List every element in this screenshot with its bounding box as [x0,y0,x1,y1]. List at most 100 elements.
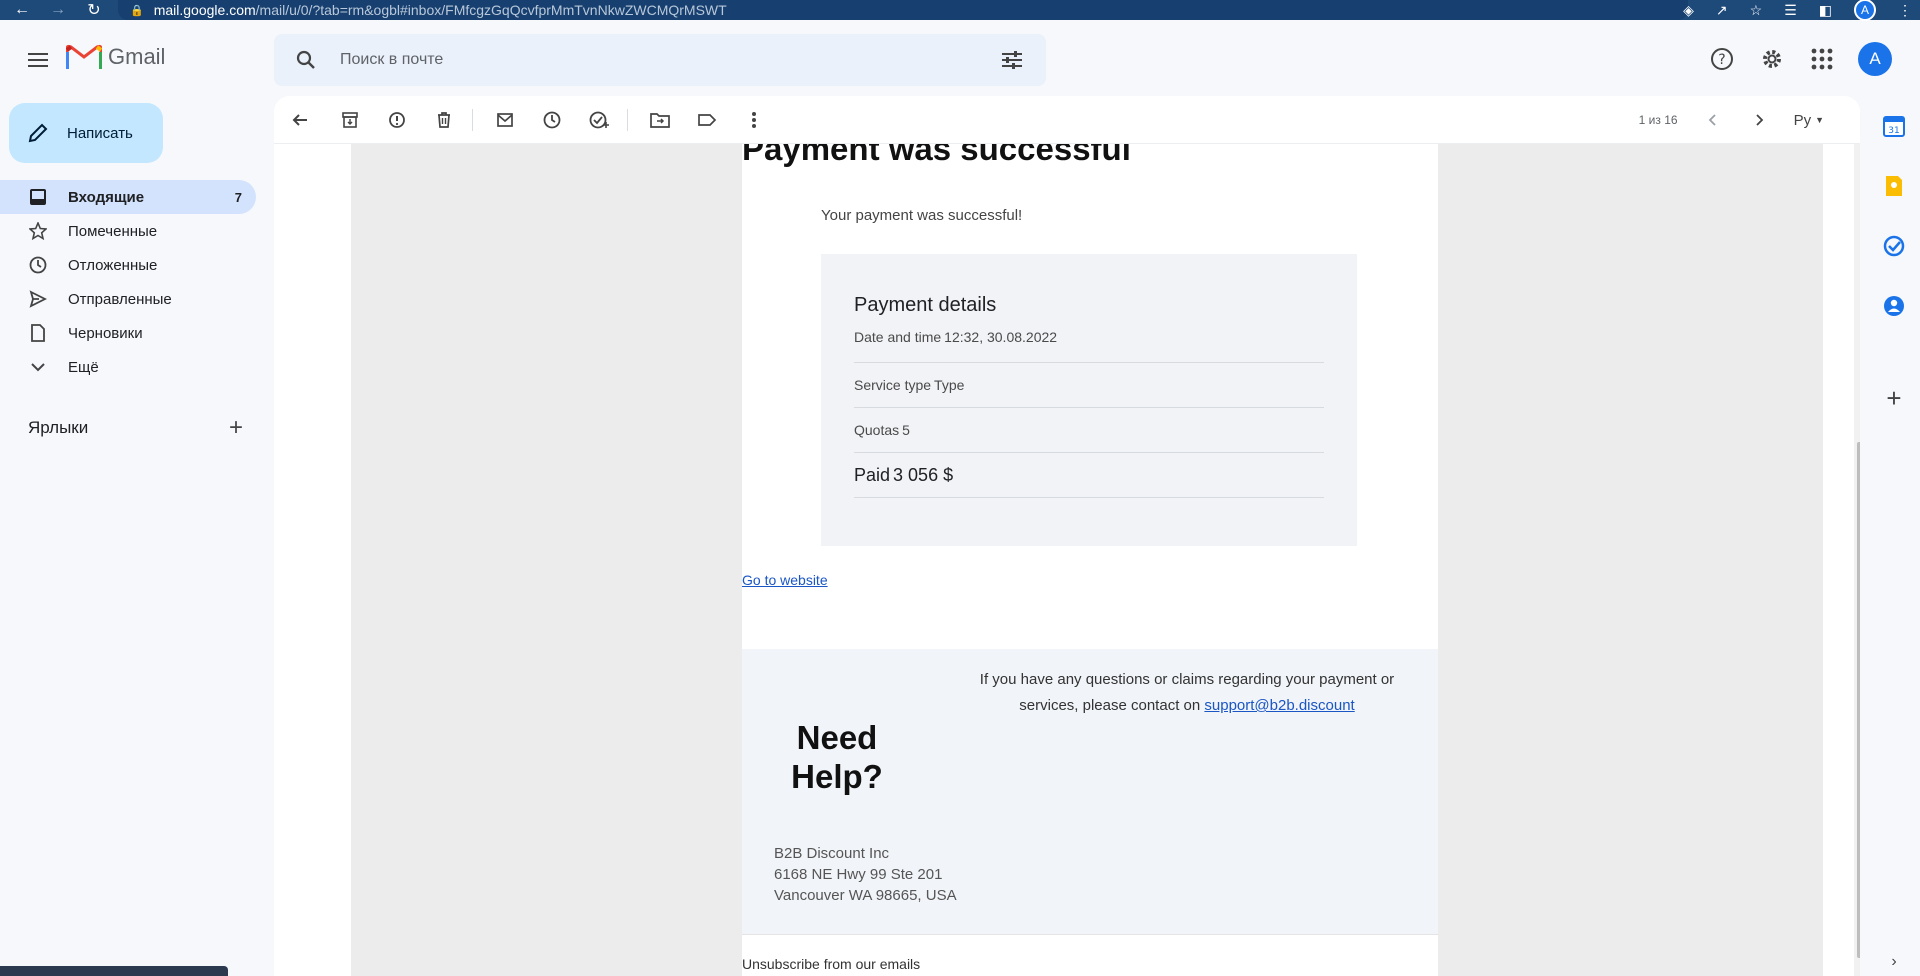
archive-icon[interactable] [336,106,364,134]
sidebar-item-inbox[interactable]: Входящие 7 [0,180,256,214]
chevron-right-icon[interactable] [1746,106,1774,134]
detail-key: Date and time [854,329,942,345]
scrollbar-thumb[interactable] [1857,442,1860,958]
add-addon-icon[interactable]: + [1880,383,1908,413]
sidebar-nav: Входящие 7 Помеченные Отложенные Отправл… [0,180,256,384]
labels-header: Ярлыки + [28,414,248,442]
settings-gear-icon[interactable] [1758,45,1786,73]
sidebar-item-drafts[interactable]: Черновики [0,316,256,350]
labels-title: Ярлыки [28,418,89,437]
browser-status-bar [0,966,228,976]
calendar-icon[interactable]: 31 [1880,112,1908,140]
sidebar-item-label: Ещё [68,358,99,376]
input-tools-button[interactable]: Ру ▼ [1794,112,1824,129]
message-toolbar: 1 из 16 Ру ▼ [274,96,1860,144]
pagination: 1 из 16 Ру ▼ [1639,106,1824,134]
detail-row: Service type Type [854,363,1324,408]
detail-key: Quotas [854,422,900,438]
url-host: mail.google.com [153,2,256,18]
expand-panel-icon[interactable]: › [1880,948,1908,976]
address-line: Vancouver WA 98665, USA [774,887,957,904]
address-line: 6168 NE Hwy 99 Ste 201 [774,866,943,883]
profile-avatar[interactable]: A [1854,0,1876,21]
search-input[interactable] [340,51,992,69]
svg-text:31: 31 [1888,126,1899,136]
account-avatar[interactable]: A [1858,42,1892,76]
main-menu-button[interactable] [22,46,54,74]
side-panel: 31 + › [1868,96,1920,976]
move-to-folder-icon[interactable] [646,106,674,134]
reload-icon[interactable]: ↻ [86,0,102,20]
bookmark-star-icon[interactable]: ☆ [1750,2,1763,19]
detail-value: 5 [902,422,910,438]
pencil-icon [28,123,48,143]
svg-text:?: ? [1718,52,1725,68]
pager-text: 1 из 16 [1638,113,1678,127]
toolbar-divider [627,108,628,131]
add-task-icon[interactable] [585,106,613,134]
more-menu-icon[interactable]: ⋮ [1898,2,1912,19]
help-message: If you have any questions or claims rega… [952,667,1422,719]
mark-unread-icon[interactable] [491,106,519,134]
detail-row: Quotas 5 [854,408,1324,453]
payment-details-box: Payment details Date and time 12:32, 30.0… [821,254,1357,546]
email-viewport: Payment was successful Your payment was … [351,144,1823,976]
forward-icon[interactable]: → [50,1,66,19]
search-bar[interactable] [274,34,1046,86]
share-icon[interactable]: ↗ [1716,2,1728,19]
sidebar-item-snoozed[interactable]: Отложенные [0,248,256,282]
detail-key: Paid [854,464,891,485]
gmail-m-icon [66,44,102,69]
back-arrow-icon[interactable] [286,106,314,134]
browser-toolbar: ← → ↻ 🔒 mail.google.com/mail/u/0/?tab=rm… [0,0,1920,21]
side-panel-icon[interactable]: ◧ [1819,2,1832,19]
scrollbar[interactable] [1854,144,1860,976]
sidebar-item-label: Помеченные [68,222,158,240]
extension-icon[interactable]: ◈ [1683,2,1694,19]
unsubscribe-link[interactable]: Unsubscribe from our emails [742,956,920,972]
sidebar-item-sent[interactable]: Отправленные [0,282,256,316]
search-options-icon[interactable] [992,40,1032,80]
draft-icon [28,323,48,343]
address-bar[interactable]: 🔒 mail.google.com/mail/u/0/?tab=rm&ogbl#… [118,0,1688,20]
sidebar-item-label: Черновики [68,324,143,342]
detail-value: 3 056 $ [893,464,954,485]
email-lead: Your payment was successful! [821,207,1023,224]
company-address: B2B Discount Inc 6168 NE Hwy 99 Ste 201 … [774,843,957,906]
gmail-logo[interactable]: Gmail [66,44,165,70]
sidebar-item-label: Отложенные [68,256,158,274]
apps-grid-icon[interactable] [1808,45,1836,73]
app-name: Gmail [108,44,166,69]
delete-trash-icon[interactable] [430,106,458,134]
sidebar-item-starred[interactable]: Помеченные [0,214,256,248]
support-email-link[interactable]: support@b2b.discount [1204,697,1354,714]
details-title: Payment details [854,294,997,316]
sidebar-item-label: Входящие [68,188,145,206]
label-tag-icon[interactable] [693,106,721,134]
snooze-clock-icon[interactable] [538,106,566,134]
send-icon [28,289,48,309]
back-icon[interactable]: ← [14,1,30,19]
contacts-icon[interactable] [1880,292,1908,320]
keep-notes-icon[interactable] [1880,172,1908,200]
sidebar-item-label: Отправленные [68,290,172,308]
go-to-website-link[interactable]: Go to website [742,572,828,588]
unread-count: 7 [234,189,242,205]
lang-label: Ру [1793,111,1812,129]
lock-icon: 🔒 [130,4,144,17]
compose-label: Написать [67,124,133,142]
chevron-left-icon[interactable] [1698,106,1726,134]
inbox-icon [28,187,48,207]
reading-list-icon[interactable]: ☰ [1784,2,1797,19]
compose-button[interactable]: Написать [9,103,163,163]
search-icon[interactable] [286,50,326,70]
email-title: Payment was successful [742,144,1131,167]
message-pane: 1 из 16 Ру ▼ Payment was successful Your … [274,96,1860,976]
sidebar-item-more[interactable]: Ещё [0,350,256,384]
help-icon[interactable]: ? [1708,45,1736,73]
toolbar-divider [472,108,473,131]
report-spam-icon[interactable] [383,106,411,134]
add-label-icon[interactable]: + [224,414,248,442]
tasks-icon[interactable] [1880,232,1908,260]
more-options-icon[interactable] [740,106,768,134]
